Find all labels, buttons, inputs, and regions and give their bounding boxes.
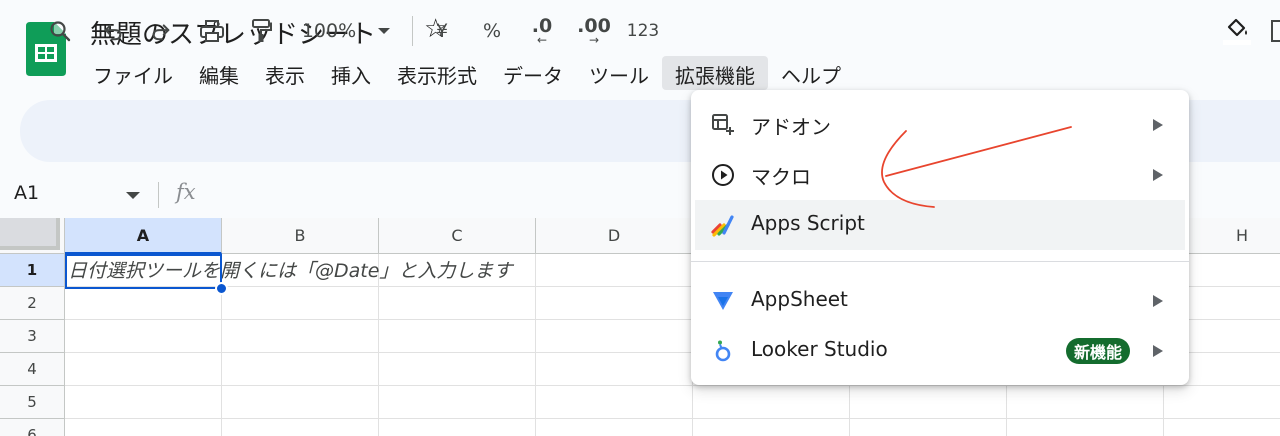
row-header-4[interactable]: 4: [0, 353, 65, 386]
addon-icon: [712, 114, 734, 135]
menu-item-label: Apps Script: [751, 211, 865, 235]
cell-c5[interactable]: [379, 386, 536, 419]
apps-script-icon: [711, 215, 734, 237]
new-feature-badge: 新機能: [1066, 338, 1131, 364]
paint-format-icon[interactable]: [246, 0, 276, 62]
looker-studio-icon: [715, 340, 731, 362]
cell-d6[interactable]: [536, 419, 693, 436]
borders-icon[interactable]: [1268, 0, 1280, 62]
search-icon[interactable]: [44, 0, 76, 62]
cell-c4[interactable]: [379, 353, 536, 386]
cell-c2[interactable]: [379, 287, 536, 320]
decrease-arrow-icon: ←: [536, 33, 548, 47]
menu-item-label: Looker Studio: [751, 337, 888, 361]
menu-item-addons[interactable]: アドオン: [691, 100, 1189, 150]
submenu-arrow-icon: [1153, 119, 1163, 131]
cell-b4[interactable]: [222, 353, 379, 386]
column-header-b[interactable]: B: [222, 218, 379, 254]
submenu-arrow-icon: [1153, 169, 1163, 181]
cell-d2[interactable]: [536, 287, 693, 320]
menu-item-label: アドオン: [751, 115, 831, 139]
extensions-menu: アドオン マクロ Apps Script AppSheet Looker Stu…: [691, 90, 1189, 385]
cell-d5[interactable]: [536, 386, 693, 419]
fx-label: fx: [176, 180, 196, 204]
menu-item-label: AppSheet: [751, 287, 848, 311]
cell-h6[interactable]: [1164, 419, 1280, 436]
cell-a6[interactable]: [65, 419, 222, 436]
cell-b3[interactable]: [222, 320, 379, 353]
cell-a3[interactable]: [65, 320, 222, 353]
fill-color-icon[interactable]: [1220, 0, 1254, 62]
cell-d1[interactable]: [536, 254, 693, 287]
column-header-a[interactable]: A: [65, 218, 222, 254]
select-all-corner[interactable]: [0, 218, 65, 254]
corner-freeze-handle[interactable]: [0, 218, 60, 250]
cell-a2[interactable]: [65, 287, 222, 320]
name-box-dropdown-icon[interactable]: [126, 192, 140, 199]
cell-e5[interactable]: [693, 386, 850, 419]
menu-divider: [691, 261, 1189, 262]
column-header-c[interactable]: C: [379, 218, 536, 254]
submenu-arrow-icon: [1153, 345, 1163, 357]
row-header-1[interactable]: 1: [0, 254, 65, 287]
menu-extensions[interactable]: 拡張機能: [662, 56, 768, 90]
cell-h5[interactable]: [1164, 386, 1280, 419]
column-header-d[interactable]: D: [536, 218, 693, 254]
cell-a4[interactable]: [65, 353, 222, 386]
cell-e6[interactable]: [693, 419, 850, 436]
menu-item-label: マクロ: [751, 165, 811, 189]
decrease-decimal-icon[interactable]: .0 ←: [524, 0, 560, 62]
menu-item-macros[interactable]: マクロ: [691, 150, 1189, 200]
submenu-arrow-icon: [1153, 295, 1163, 307]
percent-icon[interactable]: %: [478, 0, 506, 62]
cell-f5[interactable]: [850, 386, 1007, 419]
cell-b5[interactable]: [222, 386, 379, 419]
row-header-5[interactable]: 5: [0, 386, 65, 419]
undo-icon[interactable]: [98, 0, 128, 62]
formula-bar-divider: [158, 182, 159, 208]
cell-d4[interactable]: [536, 353, 693, 386]
toolbar-divider: [412, 16, 413, 46]
menu-item-looker-studio[interactable]: Looker Studio 新機能: [691, 326, 1189, 376]
menu-item-appsheet[interactable]: AppSheet: [691, 276, 1189, 326]
cell-g5[interactable]: [1007, 386, 1164, 419]
zoom-level[interactable]: 100%: [296, 0, 362, 62]
cell-c3[interactable]: [379, 320, 536, 353]
fill-handle[interactable]: [215, 282, 228, 295]
row-header-3[interactable]: 3: [0, 320, 65, 353]
cell-b2[interactable]: [222, 287, 379, 320]
cell-a5[interactable]: [65, 386, 222, 419]
cell-g6[interactable]: [1007, 419, 1164, 436]
macro-play-icon: [712, 164, 734, 186]
menu-help[interactable]: ヘルプ: [768, 56, 854, 90]
redo-icon[interactable]: [146, 0, 176, 62]
cell-f6[interactable]: [850, 419, 1007, 436]
row-header-6[interactable]: 6: [0, 419, 65, 436]
cell-a1-selection[interactable]: [65, 254, 222, 289]
print-icon[interactable]: [196, 0, 228, 62]
cell-b6[interactable]: [222, 419, 379, 436]
increase-decimal-icon[interactable]: .00 →: [574, 0, 614, 62]
cell-d3[interactable]: [536, 320, 693, 353]
cell-c6[interactable]: [379, 419, 536, 436]
row-header-2[interactable]: 2: [0, 287, 65, 320]
menu-item-apps-script[interactable]: Apps Script: [695, 200, 1185, 250]
name-box[interactable]: A1: [14, 182, 39, 204]
appsheet-icon: [713, 292, 733, 310]
number-format-icon[interactable]: 123: [624, 0, 662, 62]
currency-icon[interactable]: ¥: [430, 0, 454, 62]
increase-arrow-icon: →: [588, 33, 600, 47]
zoom-dropdown-icon[interactable]: [374, 0, 394, 62]
